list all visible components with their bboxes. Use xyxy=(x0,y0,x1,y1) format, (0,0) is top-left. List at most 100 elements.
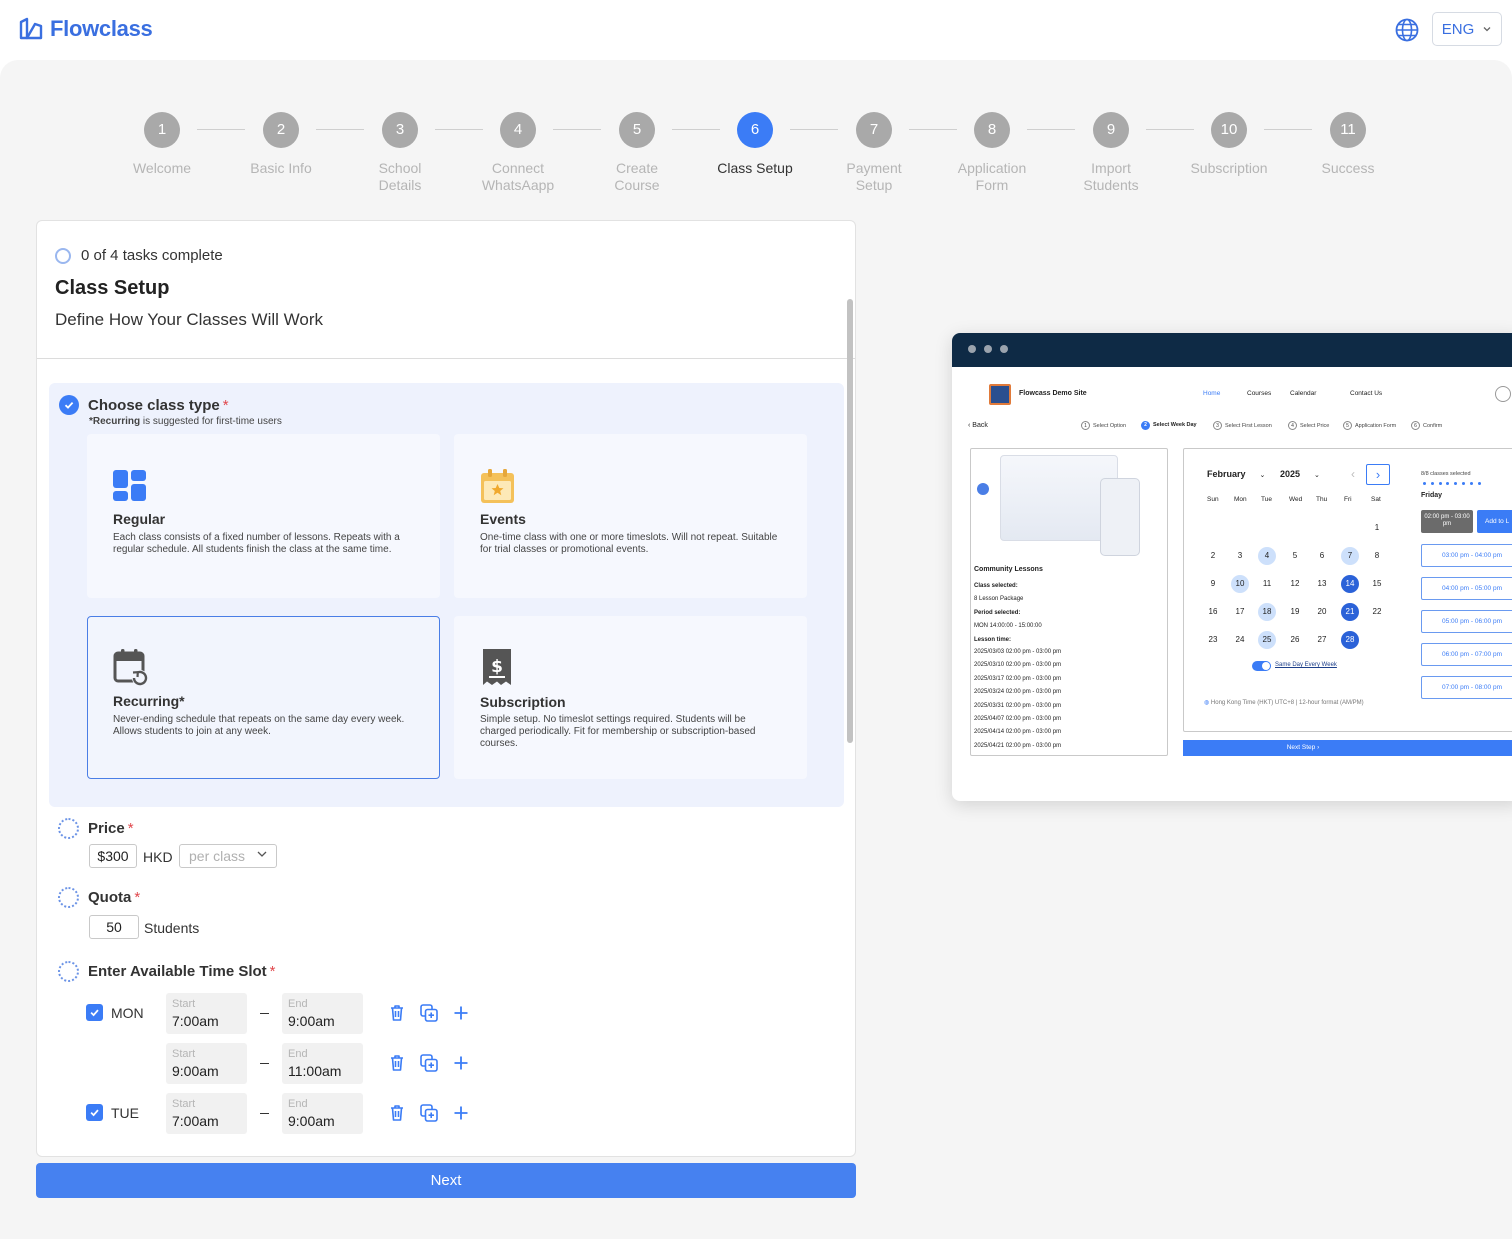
time-slot-option[interactable]: 03:00 pm - 04:00 pm xyxy=(1421,544,1512,567)
step-11[interactable]: 11 Success xyxy=(1288,112,1408,177)
trash-icon[interactable] xyxy=(387,1003,407,1023)
calendar-day[interactable]: 9 xyxy=(1204,575,1222,593)
calendar-day[interactable]: 26 xyxy=(1286,631,1304,649)
calendar-day[interactable]: 11 xyxy=(1258,575,1276,593)
same-day-toggle[interactable] xyxy=(1252,661,1271,671)
time-slot-option[interactable]: 04:00 pm - 05:00 pm xyxy=(1421,577,1512,600)
plus-icon[interactable] xyxy=(451,1003,471,1023)
calendar-day[interactable]: 23 xyxy=(1204,631,1222,649)
step-label: Payment Setup xyxy=(846,160,902,193)
calendar-day[interactable]: 6 xyxy=(1313,547,1331,565)
language-select[interactable]: ENG xyxy=(1432,12,1502,46)
calendar-day[interactable]: 4 xyxy=(1258,547,1276,565)
calendar-day[interactable]: 19 xyxy=(1286,603,1304,621)
calendar-day[interactable]: 7 xyxy=(1341,547,1359,565)
duplicate-icon[interactable] xyxy=(419,1103,439,1123)
preview-nav-courses[interactable]: Courses xyxy=(1247,390,1271,397)
card-subtitle: Define How Your Classes Will Work xyxy=(55,310,323,329)
calendar-day[interactable]: 15 xyxy=(1368,575,1386,593)
class-type-events[interactable]: Events One-time class with one or more t… xyxy=(454,434,807,598)
calendar-day[interactable]: 27 xyxy=(1313,631,1331,649)
time-slot-option[interactable]: 05:00 pm - 06:00 pm xyxy=(1421,610,1512,633)
step-label: Application Form xyxy=(957,160,1027,193)
year-select[interactable]: 2025 ⌄ xyxy=(1280,469,1320,479)
calendar-day[interactable]: 3 xyxy=(1231,547,1249,565)
duplicate-icon[interactable] xyxy=(419,1053,439,1073)
trash-icon[interactable] xyxy=(387,1053,407,1073)
calendar-day[interactable]: 10 xyxy=(1231,575,1249,593)
calendar-day[interactable]: 14 xyxy=(1341,575,1359,593)
time-slot-option[interactable]: 06:00 pm - 07:00 pm xyxy=(1421,643,1512,666)
prev-month-icon[interactable]: ‹ xyxy=(1351,467,1355,481)
calendar-day[interactable]: 1 xyxy=(1368,519,1386,537)
step-10[interactable]: 10 Subscription xyxy=(1169,112,1289,177)
calendar-day[interactable]: 28 xyxy=(1341,631,1359,649)
step-number: 6 xyxy=(737,112,773,148)
calendar-day[interactable]: 13 xyxy=(1313,575,1331,593)
next-step-button[interactable]: Next Step › xyxy=(1183,740,1512,756)
calendar-day[interactable]: 25 xyxy=(1258,631,1276,649)
calendar-day[interactable]: 12 xyxy=(1286,575,1304,593)
price-unit-select[interactable]: per class xyxy=(179,844,277,868)
duplicate-icon[interactable] xyxy=(419,1003,439,1023)
step-3[interactable]: 3 School Details xyxy=(340,112,460,194)
preview-back-link[interactable]: ‹ Back xyxy=(968,422,988,429)
start-time-input[interactable]: Start 7:00am xyxy=(166,1093,247,1134)
quota-input[interactable]: 50 xyxy=(89,915,139,939)
step-number: 4 xyxy=(500,112,536,148)
step-2[interactable]: 2 Basic Info xyxy=(221,112,341,177)
class-type-subscription[interactable]: $ Subscription Simple setup. No timeslot… xyxy=(454,616,807,779)
step-7[interactable]: 7 Payment Setup xyxy=(814,112,934,194)
preview-nav-home[interactable]: Home xyxy=(1203,390,1220,397)
calendar-day[interactable]: 24 xyxy=(1231,631,1249,649)
end-time-input[interactable]: End 9:00am xyxy=(282,993,363,1034)
price-input[interactable]: $300 xyxy=(89,844,137,868)
class-type-recurring[interactable]: Recurring* Never-ending schedule that re… xyxy=(87,616,440,779)
calendar-day[interactable]: 16 xyxy=(1204,603,1222,621)
chosen-slot[interactable]: 02:00 pm - 03:00 pm xyxy=(1421,510,1473,533)
next-month-icon[interactable]: › xyxy=(1366,464,1390,485)
logo[interactable]: Flowclass xyxy=(18,16,153,42)
add-to-list-button[interactable]: Add to L xyxy=(1477,510,1512,533)
start-time-input[interactable]: Start 7:00am xyxy=(166,993,247,1034)
globe-icon[interactable] xyxy=(1394,17,1420,43)
calendar-day[interactable]: 8 xyxy=(1368,547,1386,565)
calendar-day[interactable]: 17 xyxy=(1231,603,1249,621)
plus-icon[interactable] xyxy=(451,1053,471,1073)
calendar-day[interactable]: 21 xyxy=(1341,603,1359,621)
month-select[interactable]: February ⌄ xyxy=(1207,469,1265,479)
calendar-day[interactable]: 20 xyxy=(1313,603,1331,621)
day-checkbox[interactable] xyxy=(86,1104,103,1121)
day-label: TUE xyxy=(111,1105,139,1121)
preview-nav-contact-us[interactable]: Contact Us xyxy=(1350,390,1382,397)
flowclass-logo-icon xyxy=(19,17,43,40)
next-button[interactable]: Next xyxy=(36,1163,856,1198)
preview-nav-calendar[interactable]: Calendar xyxy=(1290,390,1316,397)
progress-dot xyxy=(1477,482,1481,485)
card-header: 0 of 4 tasks complete Class Setup Define… xyxy=(37,221,855,359)
end-time-input[interactable]: End 9:00am xyxy=(282,1093,363,1134)
calendar-day[interactable]: 18 xyxy=(1258,603,1276,621)
step-9[interactable]: 9 Import Students xyxy=(1051,112,1171,194)
class-setup-card: 0 of 4 tasks complete Class Setup Define… xyxy=(36,220,856,1157)
step-1[interactable]: 1 Welcome xyxy=(102,112,222,177)
time-slot-option[interactable]: 07:00 pm - 08:00 pm xyxy=(1421,676,1512,699)
lesson-time: 2025/03/24 02:00 pm - 03:00 pm xyxy=(974,689,1062,696)
step-8[interactable]: 8 Application Form xyxy=(932,112,1052,194)
step-5[interactable]: 5 Create Course xyxy=(577,112,697,194)
plus-icon[interactable] xyxy=(451,1103,471,1123)
calendar-day[interactable]: 5 xyxy=(1286,547,1304,565)
logo-text: Flowclass xyxy=(50,16,153,41)
class-type-regular[interactable]: Regular Each class consists of a fixed n… xyxy=(87,434,440,598)
step-6[interactable]: 6 Class Setup xyxy=(695,112,815,177)
calendar-day[interactable]: 22 xyxy=(1368,603,1386,621)
user-avatar-icon[interactable] xyxy=(1495,386,1511,402)
start-time-input[interactable]: Start 9:00am xyxy=(166,1043,247,1084)
end-time-input[interactable]: End 11:00am xyxy=(282,1043,363,1084)
calendar-day[interactable]: 2 xyxy=(1204,547,1222,565)
scrollbar[interactable] xyxy=(847,299,853,743)
step-4[interactable]: 4 Connect WhatsAapp xyxy=(458,112,578,194)
day-checkbox[interactable] xyxy=(86,1004,103,1021)
calendar-star-icon xyxy=(481,469,514,503)
trash-icon[interactable] xyxy=(387,1103,407,1123)
